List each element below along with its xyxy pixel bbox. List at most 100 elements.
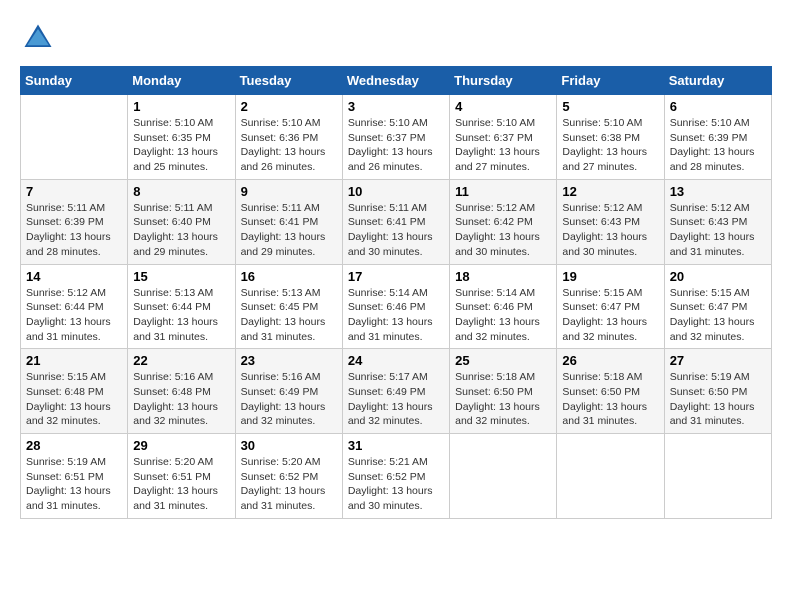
- day-number: 14: [26, 269, 122, 284]
- day-number: 15: [133, 269, 229, 284]
- calendar-cell: 31Sunrise: 5:21 AM Sunset: 6:52 PM Dayli…: [342, 434, 449, 519]
- calendar-cell: 21 Sunrise: 5:15 AM Sunset: 6:48 PM Dayli…: [21, 349, 128, 434]
- day-number: 7: [26, 184, 122, 199]
- day-info: Sunrise: 5:10 AM Sunset: 6:35 PM Dayligh…: [133, 116, 229, 175]
- calendar-cell: 20 Sunrise: 5:15 AM Sunset: 6:47 PM Dayli…: [664, 264, 771, 349]
- calendar-cell: 3Sunrise: 5:10 AM Sunset: 6:37 PM Daylig…: [342, 95, 449, 180]
- calendar-cell: 29 Sunrise: 5:20 AM Sunset: 6:51 PM Dayli…: [128, 434, 235, 519]
- day-info: Sunrise: 5:11 AM Sunset: 6:41 PM Dayligh…: [241, 201, 337, 260]
- day-info: Sunrise: 5:16 AM Sunset: 6:49 PM Dayligh…: [241, 370, 337, 429]
- header-monday: Monday: [128, 67, 235, 95]
- calendar-cell: 6 Sunrise: 5:10 AM Sunset: 6:39 PM Daylig…: [664, 95, 771, 180]
- day-info: Sunrise: 5:12 AM Sunset: 6:43 PM Dayligh…: [562, 201, 658, 260]
- calendar-cell: 12 Sunrise: 5:12 AM Sunset: 6:43 PM Dayli…: [557, 179, 664, 264]
- logo-icon: [20, 20, 56, 56]
- day-info: Sunrise: 5:15 AM Sunset: 6:47 PM Dayligh…: [670, 286, 766, 345]
- day-number: 25: [455, 353, 551, 368]
- day-number: 2: [241, 99, 337, 114]
- calendar-cell: 13 Sunrise: 5:12 AM Sunset: 6:43 PM Dayli…: [664, 179, 771, 264]
- week-row-1: 1Sunrise: 5:10 AM Sunset: 6:35 PM Daylig…: [21, 95, 772, 180]
- day-number: 27: [670, 353, 766, 368]
- calendar-cell: 15 Sunrise: 5:13 AM Sunset: 6:44 PM Dayli…: [128, 264, 235, 349]
- day-number: 21: [26, 353, 122, 368]
- calendar-cell: 25 Sunrise: 5:18 AM Sunset: 6:50 PM Dayli…: [450, 349, 557, 434]
- day-info: Sunrise: 5:19 AM Sunset: 6:51 PM Dayligh…: [26, 455, 122, 514]
- day-info: Sunrise: 5:12 AM Sunset: 6:43 PM Dayligh…: [670, 201, 766, 260]
- calendar-table: SundayMondayTuesdayWednesdayThursdayFrid…: [20, 66, 772, 519]
- calendar-cell: 9Sunrise: 5:11 AM Sunset: 6:41 PM Daylig…: [235, 179, 342, 264]
- day-info: Sunrise: 5:10 AM Sunset: 6:37 PM Dayligh…: [455, 116, 551, 175]
- header-wednesday: Wednesday: [342, 67, 449, 95]
- calendar-cell: 19Sunrise: 5:15 AM Sunset: 6:47 PM Dayli…: [557, 264, 664, 349]
- day-number: 6: [670, 99, 766, 114]
- day-info: Sunrise: 5:19 AM Sunset: 6:50 PM Dayligh…: [670, 370, 766, 429]
- calendar-cell: 18Sunrise: 5:14 AM Sunset: 6:46 PM Dayli…: [450, 264, 557, 349]
- header-tuesday: Tuesday: [235, 67, 342, 95]
- day-info: Sunrise: 5:13 AM Sunset: 6:44 PM Dayligh…: [133, 286, 229, 345]
- week-row-3: 14 Sunrise: 5:12 AM Sunset: 6:44 PM Dayli…: [21, 264, 772, 349]
- calendar-cell: 5 Sunrise: 5:10 AM Sunset: 6:38 PM Daylig…: [557, 95, 664, 180]
- calendar-cell: 28 Sunrise: 5:19 AM Sunset: 6:51 PM Dayli…: [21, 434, 128, 519]
- day-info: Sunrise: 5:11 AM Sunset: 6:39 PM Dayligh…: [26, 201, 122, 260]
- header-sunday: Sunday: [21, 67, 128, 95]
- day-number: 26: [562, 353, 658, 368]
- day-info: Sunrise: 5:12 AM Sunset: 6:42 PM Dayligh…: [455, 201, 551, 260]
- day-info: Sunrise: 5:18 AM Sunset: 6:50 PM Dayligh…: [455, 370, 551, 429]
- day-info: Sunrise: 5:10 AM Sunset: 6:39 PM Dayligh…: [670, 116, 766, 175]
- day-number: 16: [241, 269, 337, 284]
- calendar-cell: [664, 434, 771, 519]
- calendar-cell: 10 Sunrise: 5:11 AM Sunset: 6:41 PM Dayli…: [342, 179, 449, 264]
- day-info: Sunrise: 5:15 AM Sunset: 6:48 PM Dayligh…: [26, 370, 122, 429]
- day-number: 17: [348, 269, 444, 284]
- calendar-cell: 7 Sunrise: 5:11 AM Sunset: 6:39 PM Daylig…: [21, 179, 128, 264]
- calendar-cell: 23 Sunrise: 5:16 AM Sunset: 6:49 PM Dayli…: [235, 349, 342, 434]
- week-row-2: 7 Sunrise: 5:11 AM Sunset: 6:39 PM Daylig…: [21, 179, 772, 264]
- calendar-cell: 22 Sunrise: 5:16 AM Sunset: 6:48 PM Dayli…: [128, 349, 235, 434]
- day-info: Sunrise: 5:10 AM Sunset: 6:37 PM Dayligh…: [348, 116, 444, 175]
- day-info: Sunrise: 5:16 AM Sunset: 6:48 PM Dayligh…: [133, 370, 229, 429]
- day-number: 5: [562, 99, 658, 114]
- calendar-cell: 27 Sunrise: 5:19 AM Sunset: 6:50 PM Dayli…: [664, 349, 771, 434]
- calendar-cell: 2 Sunrise: 5:10 AM Sunset: 6:36 PM Daylig…: [235, 95, 342, 180]
- day-number: 29: [133, 438, 229, 453]
- day-number: 10: [348, 184, 444, 199]
- day-info: Sunrise: 5:10 AM Sunset: 6:36 PM Dayligh…: [241, 116, 337, 175]
- day-number: 28: [26, 438, 122, 453]
- day-number: 30: [241, 438, 337, 453]
- day-number: 11: [455, 184, 551, 199]
- calendar-cell: 11 Sunrise: 5:12 AM Sunset: 6:42 PM Dayli…: [450, 179, 557, 264]
- day-number: 13: [670, 184, 766, 199]
- calendar-cell: 30 Sunrise: 5:20 AM Sunset: 6:52 PM Dayli…: [235, 434, 342, 519]
- day-info: Sunrise: 5:11 AM Sunset: 6:40 PM Dayligh…: [133, 201, 229, 260]
- calendar-header: SundayMondayTuesdayWednesdayThursdayFrid…: [21, 67, 772, 95]
- day-number: 18: [455, 269, 551, 284]
- week-row-4: 21 Sunrise: 5:15 AM Sunset: 6:48 PM Dayli…: [21, 349, 772, 434]
- calendar-cell: [557, 434, 664, 519]
- page-header: [20, 20, 772, 56]
- day-number: 22: [133, 353, 229, 368]
- day-info: Sunrise: 5:20 AM Sunset: 6:52 PM Dayligh…: [241, 455, 337, 514]
- day-info: Sunrise: 5:20 AM Sunset: 6:51 PM Dayligh…: [133, 455, 229, 514]
- day-info: Sunrise: 5:11 AM Sunset: 6:41 PM Dayligh…: [348, 201, 444, 260]
- day-number: 24: [348, 353, 444, 368]
- day-number: 23: [241, 353, 337, 368]
- calendar-cell: [21, 95, 128, 180]
- calendar-cell: 1Sunrise: 5:10 AM Sunset: 6:35 PM Daylig…: [128, 95, 235, 180]
- calendar-cell: 4Sunrise: 5:10 AM Sunset: 6:37 PM Daylig…: [450, 95, 557, 180]
- calendar-cell: 17 Sunrise: 5:14 AM Sunset: 6:46 PM Dayli…: [342, 264, 449, 349]
- calendar-cell: 26 Sunrise: 5:18 AM Sunset: 6:50 PM Dayli…: [557, 349, 664, 434]
- calendar-cell: 16Sunrise: 5:13 AM Sunset: 6:45 PM Dayli…: [235, 264, 342, 349]
- calendar-cell: [450, 434, 557, 519]
- day-number: 12: [562, 184, 658, 199]
- day-info: Sunrise: 5:10 AM Sunset: 6:38 PM Dayligh…: [562, 116, 658, 175]
- day-info: Sunrise: 5:12 AM Sunset: 6:44 PM Dayligh…: [26, 286, 122, 345]
- day-number: 31: [348, 438, 444, 453]
- day-number: 8: [133, 184, 229, 199]
- calendar-cell: 24 Sunrise: 5:17 AM Sunset: 6:49 PM Dayli…: [342, 349, 449, 434]
- day-info: Sunrise: 5:15 AM Sunset: 6:47 PM Dayligh…: [562, 286, 658, 345]
- day-info: Sunrise: 5:17 AM Sunset: 6:49 PM Dayligh…: [348, 370, 444, 429]
- day-number: 20: [670, 269, 766, 284]
- day-info: Sunrise: 5:18 AM Sunset: 6:50 PM Dayligh…: [562, 370, 658, 429]
- calendar-cell: 14 Sunrise: 5:12 AM Sunset: 6:44 PM Dayli…: [21, 264, 128, 349]
- day-info: Sunrise: 5:14 AM Sunset: 6:46 PM Dayligh…: [348, 286, 444, 345]
